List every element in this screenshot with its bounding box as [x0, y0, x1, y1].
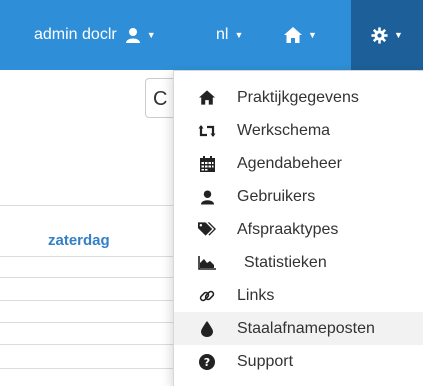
calendar-divider [0, 205, 175, 206]
home-icon [198, 89, 216, 107]
calendar-divider [0, 322, 175, 323]
menu-item-afspraaktypes[interactable]: Afspraaktypes [174, 213, 423, 246]
user-icon [125, 27, 141, 43]
language-label: nl [216, 26, 229, 43]
question-circle-icon: ? [198, 353, 216, 371]
settings-dropdown-menu: Praktijkgegevens Werkschema Agendabeheer… [173, 70, 423, 386]
user-name: admin doclr [34, 26, 117, 43]
top-navbar: admin doclr ▼ nl ▼ ▼ ▼ [0, 0, 423, 70]
calendar-divider [0, 300, 175, 301]
svg-text:?: ? [204, 356, 210, 369]
settings-menu-toggle[interactable]: ▼ [351, 0, 423, 70]
link-icon [198, 287, 216, 305]
gear-icon [371, 26, 388, 44]
menu-item-gebruikers[interactable]: Gebruikers [174, 180, 423, 213]
home-icon [284, 27, 302, 43]
user-icon [198, 188, 216, 206]
calendar-divider [0, 256, 175, 257]
menu-item-links[interactable]: Links [174, 279, 423, 312]
tags-icon [198, 221, 216, 239]
calendar-divider [0, 344, 175, 345]
language-menu-toggle[interactable]: nl ▼ [216, 0, 243, 70]
menu-item-agendabeheer[interactable]: Agendabeheer [174, 147, 423, 180]
caret-down-icon: ▼ [146, 30, 156, 40]
menu-item-staalafnameposten[interactable]: Staalafnameposten [174, 312, 423, 345]
calendar-divider [0, 368, 175, 369]
day-header-saturday[interactable]: zaterdag [48, 232, 110, 249]
home-menu-toggle[interactable]: ▼ [284, 0, 317, 70]
menu-item-statistieken[interactable]: Statistieken [174, 246, 423, 279]
caret-down-icon: ▼ [394, 30, 403, 40]
area-chart-icon [198, 254, 216, 272]
user-menu-toggle[interactable]: admin doclr ▼ [34, 0, 156, 70]
menu-item-praktijkgegevens[interactable]: Praktijkgegevens [174, 81, 423, 114]
tint-icon [198, 320, 216, 338]
retweet-icon [198, 122, 216, 140]
caret-down-icon: ▼ [308, 30, 317, 40]
calendar-divider [0, 277, 175, 278]
calendar-icon [198, 155, 216, 173]
caret-down-icon: ▼ [234, 30, 244, 40]
menu-item-werkschema[interactable]: Werkschema [174, 114, 423, 147]
menu-item-support[interactable]: ? Support [174, 345, 423, 378]
